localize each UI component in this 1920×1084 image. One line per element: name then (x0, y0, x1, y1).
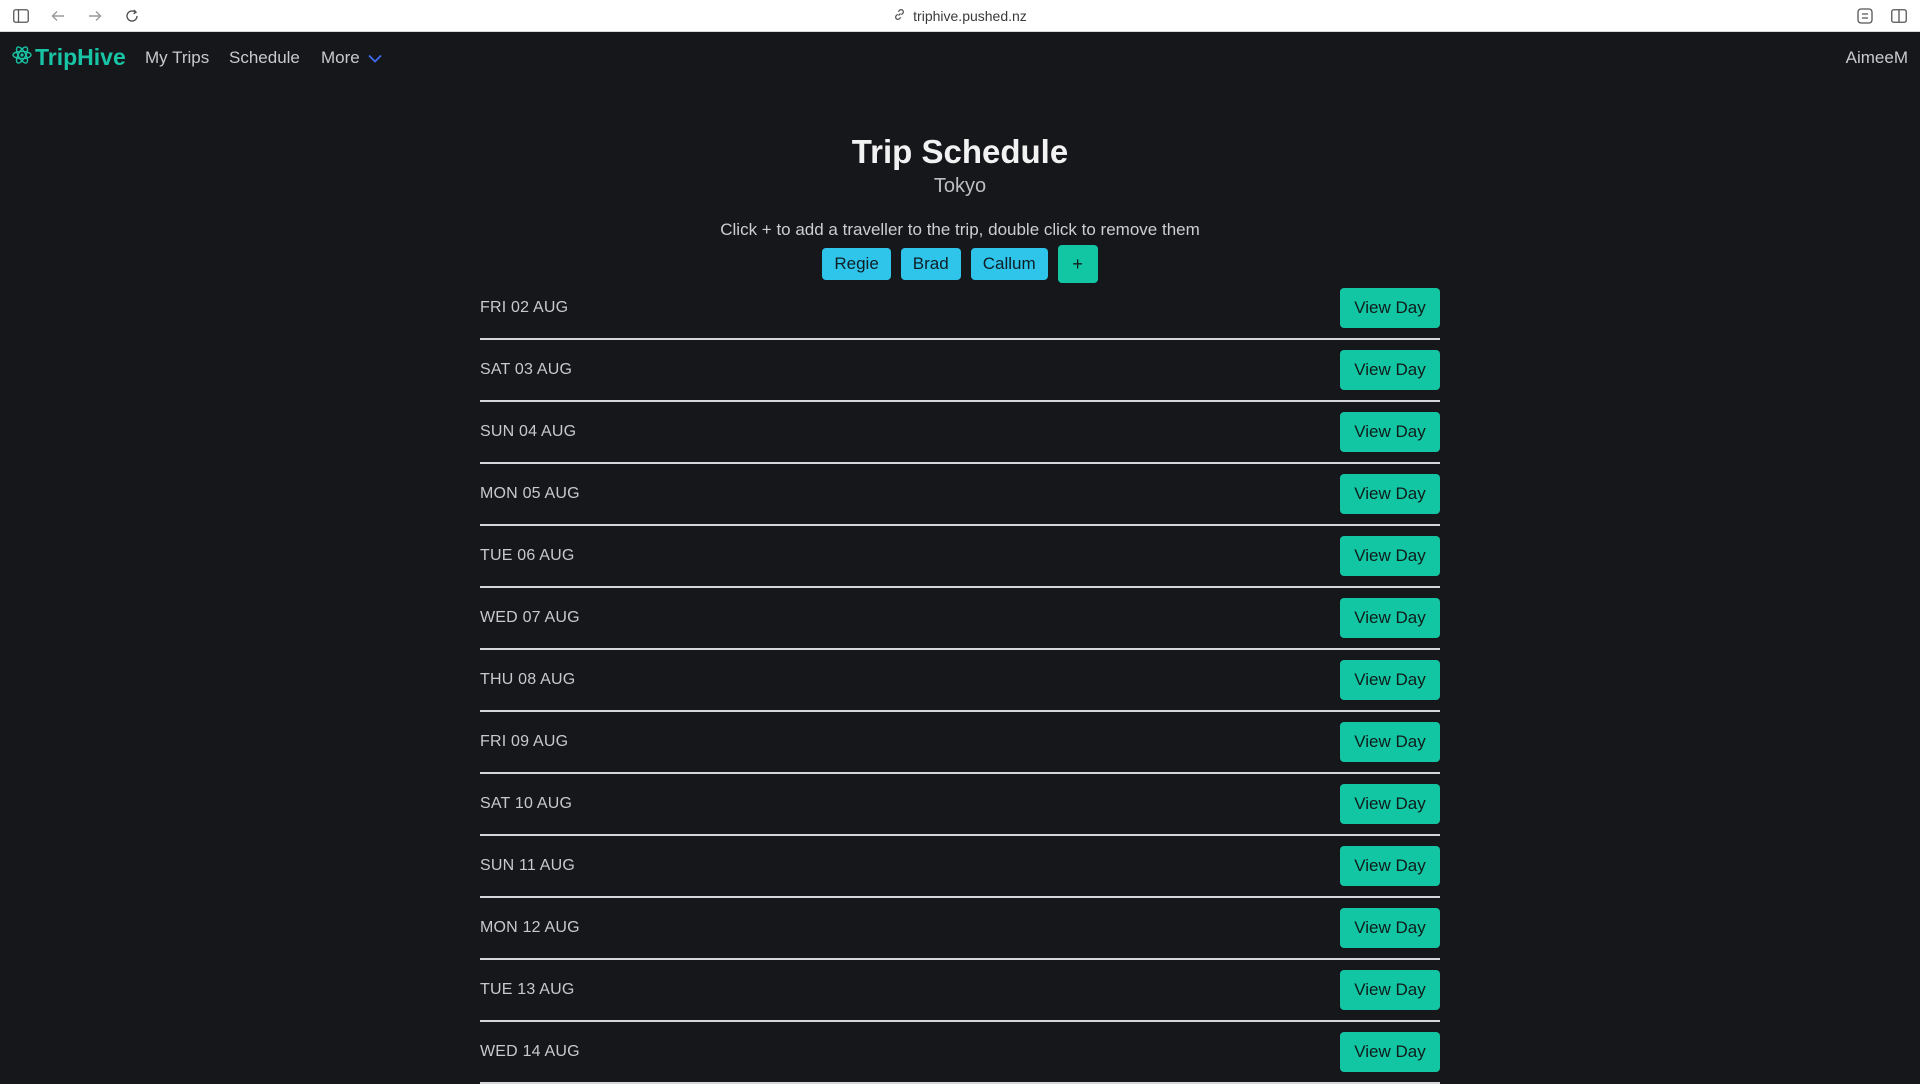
day-row: WED 14 AUG View Day (480, 1022, 1440, 1084)
split-view-icon[interactable] (1890, 7, 1908, 25)
day-row: SAT 10 AUG View Day (480, 774, 1440, 836)
day-row: THU 08 AUG View Day (480, 650, 1440, 712)
traveller-list: Regie Brad Callum + (0, 245, 1920, 283)
traveller-chip-brad[interactable]: Brad (900, 248, 961, 280)
view-day-button[interactable]: View Day (1340, 350, 1440, 390)
traveller-chip-regie[interactable]: Regie (822, 248, 891, 280)
user-menu[interactable]: AimeeM (1846, 48, 1908, 68)
day-label: FRI 09 AUG (480, 733, 569, 750)
nav-schedule[interactable]: Schedule (229, 48, 300, 68)
day-row: MON 12 AUG View Day (480, 898, 1440, 960)
view-day-button[interactable]: View Day (1340, 412, 1440, 452)
view-day-button[interactable]: View Day (1340, 660, 1440, 700)
address-bar[interactable]: triphive.pushed.nz (893, 8, 1027, 24)
view-day-button[interactable]: View Day (1340, 784, 1440, 824)
day-label: MON 05 AUG (480, 485, 580, 502)
day-label: FRI 02 AUG (480, 299, 569, 316)
add-traveller-button[interactable]: + (1057, 245, 1098, 283)
day-row: FRI 02 AUG View Day (480, 278, 1440, 340)
back-arrow-icon[interactable] (49, 7, 67, 25)
day-row: WED 07 AUG View Day (480, 588, 1440, 650)
nav-my-trips[interactable]: My Trips (145, 48, 209, 68)
traveller-hint: Click + to add a traveller to the trip, … (720, 220, 1200, 239)
browser-toolbar: triphive.pushed.nz (0, 0, 1920, 32)
view-day-button[interactable]: View Day (1340, 1032, 1440, 1072)
day-row: SUN 04 AUG View Day (480, 402, 1440, 464)
day-row: SUN 11 AUG View Day (480, 836, 1440, 898)
view-day-button[interactable]: View Day (1340, 970, 1440, 1010)
day-row: MON 05 AUG View Day (480, 464, 1440, 526)
day-label: TUE 06 AUG (480, 547, 575, 564)
day-label: SUN 04 AUG (480, 423, 577, 440)
day-label: SUN 11 AUG (480, 857, 576, 874)
url-text: triphive.pushed.nz (913, 8, 1027, 24)
brand-name: TripHive (35, 44, 126, 70)
day-row: TUE 06 AUG View Day (480, 526, 1440, 588)
chevron-down-icon (368, 48, 382, 68)
view-day-button[interactable]: View Day (1340, 722, 1440, 762)
schedule-day-list: FRI 02 AUG View Day SAT 03 AUG View Day … (480, 278, 1440, 1084)
view-day-button[interactable]: View Day (1340, 536, 1440, 576)
page-title: Trip Schedule (851, 133, 1069, 170)
sidebar-toggle-icon[interactable] (12, 7, 30, 25)
day-label: MON 12 AUG (480, 919, 580, 936)
extension-icon[interactable] (1856, 7, 1874, 25)
nav-more-dropdown[interactable]: More (321, 48, 382, 68)
day-label: SAT 10 AUG (480, 795, 573, 812)
reload-icon[interactable] (123, 7, 141, 25)
view-day-button[interactable]: View Day (1340, 474, 1440, 514)
forward-arrow-icon[interactable] (86, 7, 104, 25)
day-label: WED 14 AUG (480, 1043, 580, 1060)
view-day-button[interactable]: View Day (1340, 908, 1440, 948)
day-row: SAT 03 AUG View Day (480, 340, 1440, 402)
day-row: TUE 13 AUG View Day (480, 960, 1440, 1022)
app-navbar: TripHive My Trips Schedule More AimeeM (0, 32, 1920, 84)
day-label: SAT 03 AUG (480, 361, 573, 378)
view-day-button[interactable]: View Day (1340, 598, 1440, 638)
brand-logo[interactable]: TripHive (12, 44, 126, 71)
atom-logo-icon (12, 44, 32, 71)
day-label: WED 07 AUG (480, 609, 580, 626)
link-icon (893, 8, 906, 24)
view-day-button[interactable]: View Day (1340, 288, 1440, 328)
day-label: TUE 13 AUG (480, 981, 575, 998)
day-row: FRI 09 AUG View Day (480, 712, 1440, 774)
view-day-button[interactable]: View Day (1340, 846, 1440, 886)
trip-destination: Tokyo (933, 175, 987, 197)
day-label: THU 08 AUG (480, 671, 576, 688)
traveller-chip-callum[interactable]: Callum (970, 248, 1048, 280)
nav-more-label: More (321, 48, 360, 67)
